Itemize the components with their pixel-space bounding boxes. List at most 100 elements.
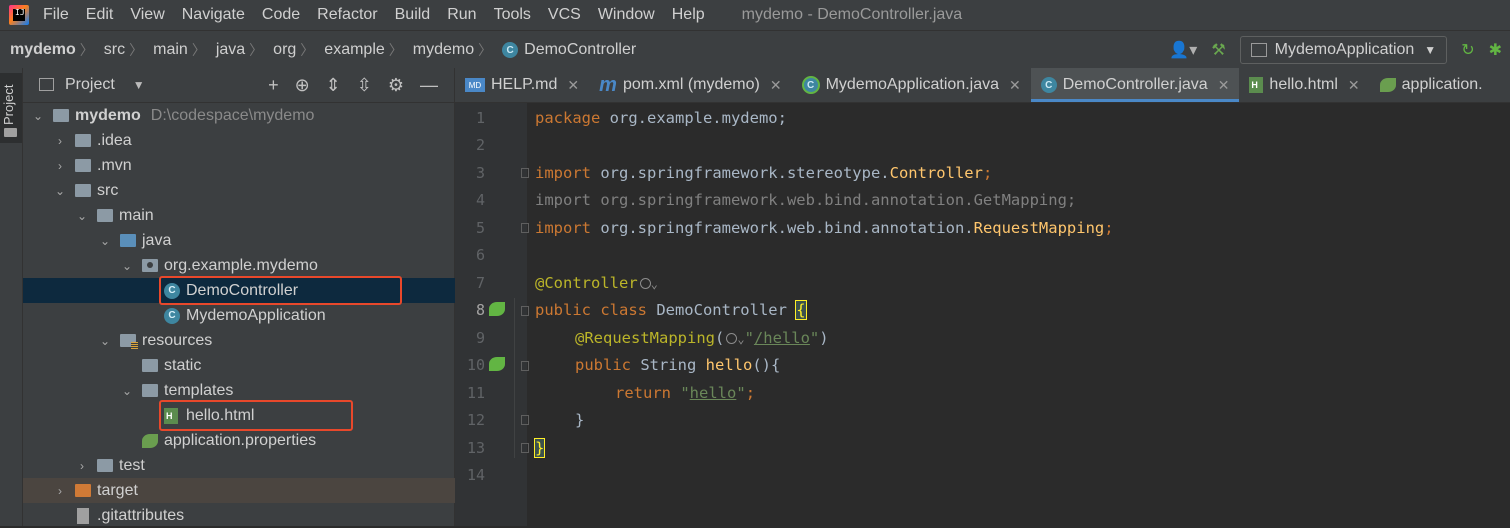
string-quote: ": [809, 329, 820, 347]
chevron-down-icon[interactable]: ⌄: [31, 109, 45, 123]
tree-item-java[interactable]: ⌄ java: [23, 228, 529, 253]
add-icon[interactable]: +: [268, 75, 279, 96]
gear-icon[interactable]: ⚙: [388, 75, 404, 96]
tab-democontroller-java[interactable]: C DemoController.java ✕: [1030, 68, 1240, 102]
line-number: 5: [475, 219, 485, 237]
globe-icon[interactable]: [726, 333, 738, 344]
minimize-icon[interactable]: —: [420, 75, 438, 96]
breadcrumb-mydemo[interactable]: mydemo: [413, 41, 474, 59]
fold-marker-icon[interactable]: [521, 443, 529, 453]
fold-marker-icon[interactable]: [521, 168, 529, 178]
code-line-3: import org.springframework.stereotype.Co…: [535, 164, 992, 182]
spring-properties-icon: [142, 433, 158, 448]
menu-bar: IJ File Edit View Navigate Code Refactor…: [0, 0, 1510, 30]
tree-item-test[interactable]: › test: [23, 453, 506, 478]
tab-hello-html[interactable]: hello.html ✕: [1239, 68, 1369, 102]
globe-icon[interactable]: [639, 278, 651, 289]
text-file-icon: [77, 507, 89, 524]
chevron-right-icon[interactable]: ›: [75, 459, 89, 473]
matched-brace: }: [533, 438, 546, 458]
locate-icon[interactable]: ⊕: [295, 75, 310, 96]
menu-help[interactable]: Help: [672, 6, 705, 24]
spring-boot-icon: C: [801, 76, 820, 94]
folder-icon: [75, 134, 91, 147]
tree-item-mvn[interactable]: › .mvn: [23, 153, 484, 178]
breadcrumb-mydemo-root[interactable]: mydemo: [10, 41, 76, 59]
close-icon[interactable]: ✕: [1218, 77, 1230, 94]
tree-item-main[interactable]: ⌄ main: [23, 203, 506, 228]
fold-marker-icon[interactable]: [521, 306, 529, 316]
tree-item-resources[interactable]: ⌄ resources: [23, 328, 529, 353]
menu-view[interactable]: View: [130, 6, 164, 24]
chevron-down-icon[interactable]: ▼: [133, 78, 145, 92]
close-icon[interactable]: ✕: [1009, 77, 1021, 94]
spring-bean-icon[interactable]: [489, 302, 505, 316]
menu-vcs[interactable]: VCS: [548, 6, 581, 24]
breadcrumb-java[interactable]: java: [216, 41, 245, 59]
chevron-down-icon[interactable]: ⌄: [98, 334, 112, 348]
url-path-link[interactable]: /hello: [754, 329, 810, 347]
template-link[interactable]: hello: [690, 384, 737, 402]
tree-item-idea[interactable]: › .idea: [23, 128, 484, 153]
project-panel-title[interactable]: Project: [65, 76, 115, 94]
menu-file[interactable]: File: [43, 6, 69, 24]
chevron-down-icon[interactable]: ⌄: [75, 209, 89, 223]
chevron-down-icon[interactable]: ⌄: [737, 332, 744, 346]
code-editor[interactable]: 1 2 3 4 5 6 7 8 9 10 11 12 13 14 package…: [455, 103, 1510, 526]
annotation: @Controller: [535, 274, 638, 292]
menu-build[interactable]: Build: [395, 6, 431, 24]
menu-run[interactable]: Run: [447, 6, 476, 24]
tree-item-gitattributes[interactable]: .gitattributes: [23, 503, 498, 528]
annotation-highlight-box: [159, 276, 402, 305]
close-icon[interactable]: ✕: [567, 77, 579, 94]
breadcrumb-org[interactable]: org: [273, 41, 296, 59]
chevron-right-icon[interactable]: ›: [53, 159, 67, 173]
close-icon[interactable]: ✕: [1348, 77, 1360, 94]
html-icon: [1249, 77, 1264, 93]
fold-marker-icon[interactable]: [521, 415, 529, 425]
collapse-all-icon[interactable]: ⇳: [357, 75, 372, 96]
close-icon[interactable]: ✕: [770, 77, 782, 94]
breadcrumb-src[interactable]: src: [104, 41, 125, 59]
chevron-right-icon[interactable]: ›: [53, 484, 67, 498]
line-number: 2: [475, 136, 485, 154]
tree-item-mydemo[interactable]: ⌄ mydemo D:\codespace\mydemo: [23, 103, 462, 128]
tree-label-templates: templates: [164, 381, 234, 399]
tree-item-src[interactable]: ⌄ src: [23, 178, 484, 203]
rerun-icon[interactable]: ↻: [1461, 40, 1474, 60]
debug-bug-icon[interactable]: ✱: [1489, 40, 1502, 60]
chevron-right-icon[interactable]: ›: [53, 134, 67, 148]
string-quote: ": [744, 329, 754, 347]
breadcrumb-main[interactable]: main: [153, 41, 188, 59]
menu-code[interactable]: Code: [262, 6, 300, 24]
menu-edit[interactable]: Edit: [86, 6, 114, 24]
menu-navigate[interactable]: Navigate: [182, 6, 245, 24]
menu-window[interactable]: Window: [598, 6, 655, 24]
tree-label-target: target: [97, 481, 138, 499]
breadcrumb-democontroller[interactable]: C DemoController: [502, 41, 636, 59]
build-hammer-icon[interactable]: ⚒: [1211, 40, 1225, 60]
menu-tools[interactable]: Tools: [494, 6, 531, 24]
chevron-down-icon[interactable]: ⌄: [120, 259, 134, 273]
spring-request-mapping-icon[interactable]: [489, 357, 505, 371]
fold-marker-icon[interactable]: [521, 361, 529, 371]
expand-all-icon[interactable]: ⇕: [326, 75, 341, 96]
breadcrumb-separator-icon: 〉: [79, 42, 94, 58]
chevron-down-icon[interactable]: ⌄: [98, 234, 112, 248]
tab-pom-xml[interactable]: m pom.xml (mydemo) ✕: [589, 68, 791, 102]
tree-item-target[interactable]: › target: [23, 478, 484, 503]
tab-help-md[interactable]: MD HELP.md ✕: [455, 68, 589, 102]
line-number: 4: [475, 191, 485, 209]
chevron-down-icon[interactable]: ⌄: [53, 184, 67, 198]
breadcrumb-example[interactable]: example: [324, 41, 384, 59]
chevron-down-icon[interactable]: ⌄: [120, 384, 134, 398]
tab-application-properties[interactable]: application.: [1370, 68, 1493, 102]
fold-marker-icon[interactable]: [521, 223, 529, 233]
tab-mydemoapplication-java[interactable]: C MydemoApplication.java ✕: [792, 68, 1031, 102]
tab-label: application.: [1401, 76, 1483, 93]
user-icon[interactable]: 👤▾: [1169, 40, 1197, 60]
menu-refactor[interactable]: Refactor: [317, 6, 377, 24]
left-tool-stripe: Project: [0, 68, 23, 526]
run-configuration-dropdown[interactable]: MydemoApplication ▼: [1239, 36, 1448, 64]
chevron-down-icon[interactable]: ⌄: [651, 277, 658, 291]
